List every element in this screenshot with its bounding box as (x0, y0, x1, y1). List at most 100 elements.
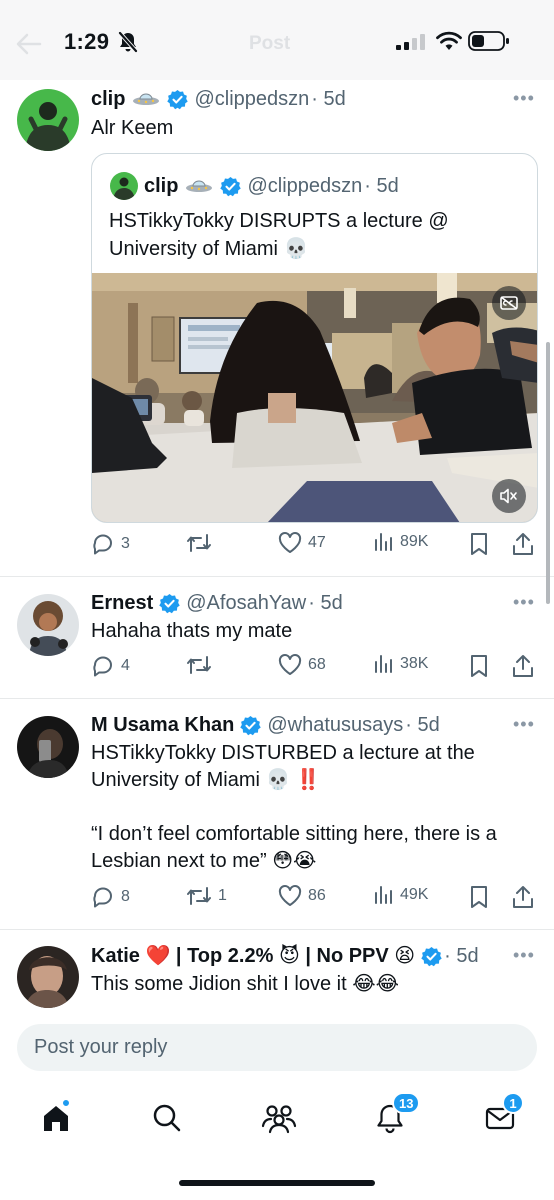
author-name[interactable]: M Usama Khan (91, 713, 234, 737)
heart-icon (278, 885, 302, 906)
reply-input[interactable] (17, 1024, 537, 1071)
reply-button[interactable]: 4 (91, 654, 130, 678)
author-name[interactable]: Katie ❤️ | Top 2.2% 😈 | No PPV 😫 (91, 944, 415, 968)
author-row: M Usama Khan @whatususays · 5d (91, 713, 440, 737)
notifications-badge: 13 (392, 1092, 421, 1114)
share-icon[interactable] (512, 532, 534, 556)
quoted-author-handle: @clippedszn (247, 175, 363, 197)
reply-tweet[interactable]: M Usama Khan @whatususays · 5d ••• HSTik… (0, 699, 554, 929)
tab-search[interactable] (151, 1102, 183, 1139)
verified-badge-icon (240, 715, 262, 735)
repost-icon (187, 534, 211, 552)
post-time: · 5d (308, 592, 343, 614)
messages-badge: 1 (502, 1092, 524, 1114)
verified-badge-icon (421, 946, 442, 966)
bookmark-icon[interactable] (470, 654, 488, 678)
post-time: · 5d (444, 945, 479, 967)
views-button[interactable]: 49K (374, 885, 428, 905)
verified-badge-icon (159, 593, 180, 613)
reply-button[interactable]: 3 (91, 532, 130, 556)
avatar[interactable] (17, 716, 79, 778)
reply-tweet[interactable]: Ernest @AfosahYaw · 5d ••• Hahaha thats … (0, 577, 554, 697)
bookmark-icon[interactable] (470, 532, 488, 556)
avatar[interactable] (17, 946, 79, 1008)
silent-bell-icon (118, 31, 138, 53)
tab-home[interactable] (40, 1098, 72, 1139)
analytics-icon (375, 655, 392, 673)
back-arrow-icon[interactable] (16, 33, 42, 55)
more-options-icon[interactable]: ••• (513, 945, 535, 966)
reply-composer (17, 1024, 537, 1071)
ufo-icon (186, 180, 213, 192)
tweet-main[interactable]: clip @clippedszn · 5d ••• Alr Keem clip … (0, 80, 554, 576)
reply-icon (93, 887, 112, 908)
tweet-actions: 8 1 86 49K (91, 885, 536, 915)
like-count: 47 (308, 534, 326, 551)
view-count: 38K (400, 655, 429, 672)
communities-icon (261, 1105, 297, 1134)
post-time: · 5d (405, 714, 440, 736)
like-count: 86 (308, 887, 326, 904)
mute-toggle-button[interactable] (492, 479, 526, 513)
views-button[interactable]: 89K (374, 532, 428, 552)
tweet-text: Alr Keem (91, 117, 174, 139)
author-handle[interactable]: @AfosahYaw (186, 591, 306, 615)
ufo-icon (133, 93, 160, 105)
author-handle[interactable]: @whatususays (267, 713, 403, 737)
reply-icon (93, 656, 112, 677)
tweet-text: Hahaha thats my mate (91, 620, 293, 642)
bookmark-icon[interactable] (470, 885, 488, 909)
like-button[interactable]: 86 (278, 885, 326, 907)
heart-icon (278, 654, 302, 675)
reply-count: 3 (121, 535, 130, 552)
analytics-icon (375, 533, 392, 551)
captions-toggle-button[interactable] (492, 286, 526, 320)
more-options-icon[interactable]: ••• (513, 88, 535, 109)
avatar[interactable] (17, 89, 79, 151)
tweet-text: This some Jidion shit I love it 😂😂 (91, 973, 399, 995)
quoted-author-row: clip @clippedszn · 5d (144, 174, 399, 198)
tweet-actions: 3 47 89K (91, 532, 536, 562)
share-icon[interactable] (512, 885, 534, 909)
home-indicator (179, 1180, 375, 1186)
reply-tweet[interactable]: Katie ❤️ | Top 2.2% 😈 | No PPV 😫 · 5d ••… (0, 930, 554, 1012)
scrollbar[interactable] (546, 342, 550, 604)
author-name[interactable]: Ernest (91, 591, 153, 615)
repost-button[interactable]: 1 (186, 885, 227, 907)
more-options-icon[interactable]: ••• (513, 714, 535, 735)
view-count: 49K (400, 886, 429, 903)
avatar[interactable] (17, 594, 79, 656)
like-button[interactable]: 47 (278, 532, 326, 554)
author-name[interactable]: clip (91, 87, 125, 111)
share-icon[interactable] (512, 654, 534, 678)
status-bar: Post 1:29 (0, 0, 554, 80)
battery-icon (468, 31, 509, 51)
repost-button[interactable] (186, 532, 218, 554)
verified-badge-icon (220, 176, 242, 196)
reply-button[interactable]: 8 (91, 885, 130, 909)
verified-badge-icon (167, 89, 189, 109)
repost-icon (187, 656, 211, 674)
view-count: 89K (400, 533, 429, 550)
tab-messages[interactable]: 1 (484, 1092, 524, 1139)
views-button[interactable]: 38K (374, 654, 428, 674)
tab-notifications[interactable]: 13 (374, 1092, 421, 1139)
cellular-signal-icon (396, 34, 425, 50)
home-unread-dot (61, 1098, 71, 1108)
repost-count: 1 (218, 887, 227, 904)
tab-communities[interactable] (261, 1102, 297, 1139)
quoted-text: HSTikkyTokky DISRUPTS a lecture @ Univer… (109, 210, 449, 260)
post-time: · 5d (311, 88, 346, 110)
video-player[interactable] (92, 273, 537, 522)
video-frame (92, 273, 537, 522)
reply-icon (93, 534, 112, 555)
quoted-tweet[interactable]: clip @clippedszn · 5d HSTikkyTokky DISRU… (91, 153, 538, 523)
tweet-actions: 4 68 38K (91, 654, 536, 684)
author-row: Ernest @AfosahYaw · 5d (91, 591, 343, 615)
wifi-icon (436, 31, 462, 50)
more-options-icon[interactable]: ••• (513, 592, 535, 613)
tweet-text: HSTikkyTokky DISTURBED a lecture at the … (91, 742, 497, 872)
author-handle[interactable]: @clippedszn (194, 87, 309, 111)
repost-button[interactable] (186, 654, 218, 676)
like-button[interactable]: 68 (278, 654, 326, 676)
